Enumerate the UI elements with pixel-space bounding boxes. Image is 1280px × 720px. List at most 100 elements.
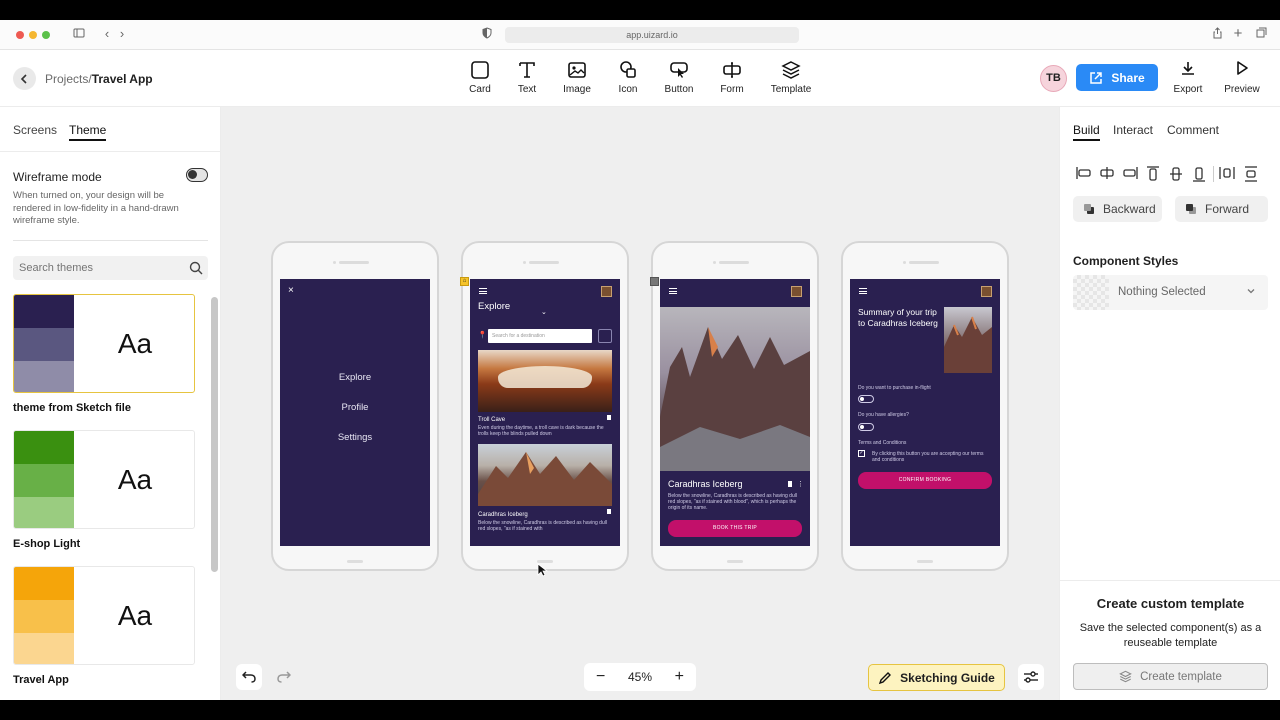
distribute-vertical-icon[interactable] <box>1244 166 1258 182</box>
theme-card-sketch[interactable]: Aa <box>13 294 195 393</box>
tab-interact[interactable]: Interact <box>1113 123 1153 137</box>
mouse-cursor-icon <box>537 563 549 577</box>
right-panel: Build Interact Comment Backward Forward … <box>1059 107 1280 700</box>
theme-typography-sample: Aa <box>117 600 153 631</box>
menu-item-profile[interactable]: Profile <box>280 402 430 413</box>
preview-button[interactable]: Preview <box>1223 60 1261 95</box>
undo-button[interactable] <box>236 664 262 690</box>
sidebar-toggle-icon[interactable] <box>72 27 86 41</box>
redo-button[interactable] <box>277 670 292 688</box>
tab-comment[interactable]: Comment <box>1167 123 1219 137</box>
canvas-settings-button[interactable] <box>1018 664 1044 690</box>
bring-forward-button[interactable]: Forward <box>1175 196 1268 222</box>
menu-item-settings[interactable]: Settings <box>280 432 430 443</box>
profile-avatar[interactable] <box>791 286 802 297</box>
phone-frame-detail[interactable]: Caradhras Iceberg ⋮ Below the snowline, … <box>650 241 819 571</box>
menu-item-explore[interactable]: Explore <box>280 372 430 383</box>
screen-explore[interactable]: Explore ⌄ 📍 Search for a destination Tro… <box>470 279 620 546</box>
caradhras-image[interactable] <box>478 444 612 506</box>
hamburger-icon[interactable] <box>479 288 487 294</box>
share-label: Share <box>1111 70 1145 85</box>
share-button[interactable]: Share <box>1076 64 1158 91</box>
search-icon[interactable] <box>189 261 203 275</box>
theme-search-input[interactable] <box>13 256 208 280</box>
tool-button[interactable]: Button <box>654 60 704 95</box>
tabs-overview-icon[interactable] <box>1254 27 1268 41</box>
forward-nav-icon[interactable]: › <box>115 27 129 41</box>
phone-frame-summary[interactable]: Summary of your trip to Caradhras Iceber… <box>841 241 1009 571</box>
phone-frame-explore[interactable]: ⌂ Explore ⌄ 📍 Search for a destination T… <box>460 241 629 571</box>
phone-frame-menu[interactable]: × Explore Profile Settings <box>271 241 439 571</box>
bookmark-icon[interactable] <box>788 481 792 487</box>
close-window-button[interactable] <box>16 31 24 39</box>
theme-list-scrollbar[interactable] <box>211 297 218 572</box>
more-vertical-icon[interactable]: ⋮ <box>797 480 804 488</box>
profile-avatar[interactable] <box>601 286 612 297</box>
url-bar[interactable]: app.uizard.io <box>505 27 799 43</box>
tab-build[interactable]: Build <box>1073 123 1100 141</box>
cave-arch <box>498 366 592 388</box>
user-avatar[interactable]: TB <box>1040 65 1067 92</box>
tool-card[interactable]: Card <box>455 60 505 95</box>
send-backward-button[interactable]: Backward <box>1073 196 1162 222</box>
theme-card-travel-app[interactable]: Aa <box>13 566 195 665</box>
share-page-icon[interactable] <box>1210 27 1224 41</box>
toolbar-divider <box>1213 166 1214 182</box>
align-bottom-icon[interactable] <box>1192 166 1206 182</box>
home-indicator <box>917 560 933 563</box>
tool-label: Template <box>770 84 812 95</box>
confirm-booking-button[interactable]: CONFIRM BOOKING <box>858 472 992 489</box>
screen-detail[interactable]: Caradhras Iceberg ⋮ Below the snowline, … <box>660 279 810 546</box>
tool-template[interactable]: Template <box>766 60 816 95</box>
close-icon[interactable]: × <box>288 285 294 296</box>
tool-text[interactable]: Text <box>502 60 552 95</box>
tab-theme[interactable]: Theme <box>69 123 107 141</box>
export-button[interactable]: Export <box>1172 60 1204 95</box>
theme-card-eshop-light[interactable]: Aa <box>13 430 195 529</box>
tool-icon[interactable]: Icon <box>603 60 653 95</box>
screen-badge-icon[interactable] <box>650 277 659 286</box>
screen-menu[interactable]: × Explore Profile Settings <box>280 279 430 546</box>
tool-image[interactable]: Image <box>552 60 602 95</box>
screen-summary[interactable]: Summary of your trip to Caradhras Iceber… <box>850 279 1000 546</box>
zoom-in-button[interactable]: + <box>675 668 684 686</box>
destination-search-input[interactable]: Search for a destination <box>488 329 592 343</box>
hamburger-icon[interactable] <box>669 288 677 294</box>
sketching-guide-button[interactable]: Sketching Guide <box>868 664 1005 691</box>
card-description: Below the snowline, Caradhras is describ… <box>478 520 607 532</box>
profile-avatar[interactable] <box>981 286 992 297</box>
align-top-icon[interactable] <box>1146 166 1160 182</box>
back-nav-icon[interactable]: ‹ <box>100 27 114 41</box>
zoom-level[interactable]: 45% <box>628 670 652 684</box>
zoom-control: − 45% + <box>584 663 696 691</box>
book-trip-button[interactable]: BOOK THIS TRIP <box>668 520 802 537</box>
tool-form[interactable]: Form <box>707 60 757 95</box>
create-template-button[interactable]: Create template <box>1073 663 1268 690</box>
align-right-icon[interactable] <box>1122 166 1138 180</box>
new-tab-icon[interactable]: + <box>1231 26 1245 41</box>
inflight-toggle[interactable] <box>858 395 874 403</box>
distribute-horizontal-icon[interactable] <box>1219 166 1235 180</box>
filter-button[interactable] <box>598 329 612 343</box>
back-button[interactable] <box>13 67 36 90</box>
minimize-window-button[interactable] <box>29 31 37 39</box>
chevron-down-icon[interactable]: ⌄ <box>541 308 547 316</box>
align-center-horizontal-icon[interactable] <box>1099 166 1115 180</box>
component-styles-select[interactable]: Nothing Selected <box>1073 275 1268 310</box>
bookmark-icon[interactable] <box>607 415 611 420</box>
align-left-icon[interactable] <box>1076 166 1092 180</box>
troll-cave-image[interactable] <box>478 350 612 412</box>
screen-home-badge-icon[interactable]: ⌂ <box>460 277 469 286</box>
terms-checkbox[interactable]: ✓ <box>858 450 865 457</box>
breadcrumb-root[interactable]: Projects <box>45 72 88 86</box>
bookmark-icon[interactable] <box>607 509 611 514</box>
design-canvas[interactable]: × Explore Profile Settings ⌂ Explore ⌄ 📍… <box>221 107 1059 700</box>
maximize-window-button[interactable] <box>42 31 50 39</box>
wireframe-mode-toggle[interactable] <box>186 168 208 182</box>
align-middle-vertical-icon[interactable] <box>1169 166 1183 182</box>
card-title: Troll Cave <box>478 417 506 423</box>
zoom-out-button[interactable]: − <box>596 668 605 686</box>
hamburger-icon[interactable] <box>859 288 867 294</box>
allergies-toggle[interactable] <box>858 423 874 431</box>
tab-screens[interactable]: Screens <box>13 123 57 137</box>
